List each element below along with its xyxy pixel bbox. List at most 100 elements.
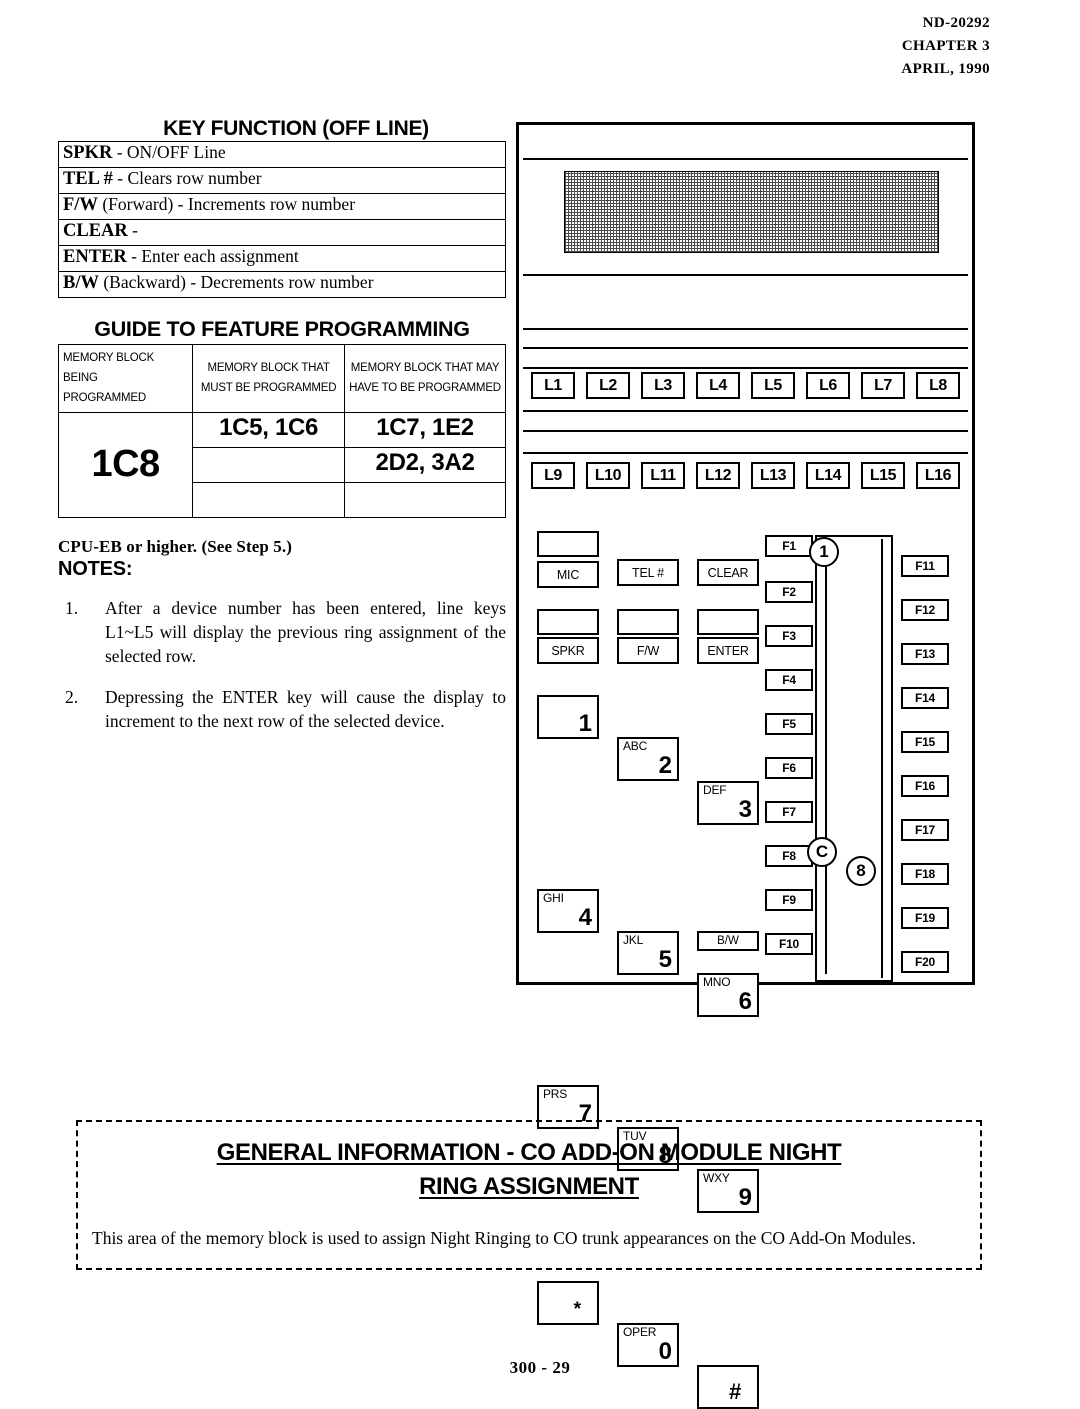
spkr-key[interactable]: SPKR [537, 637, 599, 664]
function-key-f20[interactable]: F20 [901, 951, 949, 973]
clear-key[interactable]: CLEAR [697, 559, 759, 586]
function-key-f10[interactable]: F10 [765, 933, 813, 955]
dial-key-star[interactable]: * [537, 1281, 599, 1325]
blank-key-box[interactable] [537, 531, 599, 557]
line-key-l2[interactable]: L2 [586, 372, 630, 399]
display-region [523, 158, 968, 276]
general-information-box: GENERAL INFORMATION - CO ADD-ON MODULE N… [76, 1120, 982, 1270]
key-letters: MNO [703, 975, 731, 989]
dial-key-1[interactable]: 1 [537, 695, 599, 739]
key-description: (Backward) - Decrements row number [103, 272, 374, 293]
may-have-to-be-programmed-value [344, 481, 506, 518]
key-label: B/W [63, 273, 99, 294]
function-key-f12[interactable]: F12 [901, 599, 949, 621]
function-key-f5[interactable]: F5 [765, 713, 813, 735]
separator-band [523, 328, 968, 330]
key-description: (Forward) - Increments row number [102, 194, 356, 215]
line-key-l13[interactable]: L13 [751, 462, 795, 489]
must-be-programmed-value [192, 446, 346, 483]
notes-title: NOTES: [58, 557, 133, 580]
table-row: 1C8 1C5, 1C6 1C7, 1E2 [57, 411, 506, 518]
function-key-f17[interactable]: F17 [901, 819, 949, 841]
line-key-l16[interactable]: L16 [916, 462, 960, 489]
key-description: - Enter each assignment [131, 246, 299, 267]
dial-key-3[interactable]: DEF 3 [697, 781, 759, 825]
line-key-l5[interactable]: L5 [751, 372, 795, 399]
blank-key-box[interactable] [537, 609, 599, 635]
line-key-l1[interactable]: L1 [531, 372, 575, 399]
line-key-l14[interactable]: L14 [806, 462, 850, 489]
key-description: - Clears row number [117, 168, 262, 189]
must-be-programmed-value [192, 481, 346, 518]
mic-key[interactable]: MIC [537, 561, 599, 588]
line-key-l10[interactable]: L10 [586, 462, 630, 489]
key-function-table: SPKR - ON/OFF Line TEL # - Clears row nu… [58, 141, 506, 299]
line-key-l4[interactable]: L4 [696, 372, 740, 399]
dial-key-2[interactable]: ABC 2 [617, 737, 679, 781]
key-description: - [132, 220, 138, 241]
function-key-f15[interactable]: F15 [901, 731, 949, 753]
tel-number-key[interactable]: TEL # [617, 559, 679, 586]
function-key-f1[interactable]: F1 [765, 535, 813, 557]
function-key-f14[interactable]: F14 [901, 687, 949, 709]
key-letters: ABC [623, 739, 648, 753]
line-key-l15[interactable]: L15 [861, 462, 905, 489]
blank-key-box[interactable] [617, 609, 679, 635]
function-key-f11[interactable]: F11 [901, 555, 949, 577]
key-digit: 4 [578, 904, 592, 932]
dial-key-5[interactable]: JKL 5 [617, 931, 679, 975]
line-key-l7[interactable]: L7 [861, 372, 905, 399]
blank-key-box[interactable] [697, 609, 759, 635]
key-label: F/W [63, 195, 98, 216]
function-key-f18[interactable]: F18 [901, 863, 949, 885]
table-row: B/W (Backward) - Decrements row number [58, 271, 506, 299]
function-key-f19[interactable]: F19 [901, 907, 949, 929]
callout-marker-c: C [807, 837, 837, 867]
column-header-being-programmed: MEMORY BLOCK BEING PROGRAMMED [57, 343, 194, 413]
key-description: - ON/OFF Line [116, 142, 226, 163]
function-key-f2[interactable]: F2 [765, 581, 813, 603]
key-digit: 5 [658, 946, 672, 974]
function-key-f8[interactable]: F8 [765, 845, 813, 867]
slot-inner-line-left [825, 543, 827, 974]
line-key-l9[interactable]: L9 [531, 462, 575, 489]
line-key-l8[interactable]: L8 [916, 372, 960, 399]
keypad: MIC TEL # CLEAR SPKR F/W ENTER 1 ABC 2 D… [537, 531, 759, 1409]
bw-key[interactable]: B/W [697, 931, 759, 951]
dial-key-6[interactable]: MNO 6 [697, 973, 759, 1017]
document-number: ND-20292 [922, 15, 990, 31]
notes-list: 1. After a device number has been entere… [58, 597, 506, 734]
list-item: 2. Depressing the ENTER key will cause t… [58, 686, 506, 734]
table-header-row: MEMORY BLOCK BEING PROGRAMMED MEMORY BLO… [57, 343, 506, 413]
function-key-f7[interactable]: F7 [765, 801, 813, 823]
cpu-requirement-line: CPU-EB or higher. (See Step 5.) [58, 536, 293, 556]
table-row: ENTER - Enter each assignment [58, 245, 506, 273]
function-key-f6[interactable]: F6 [765, 757, 813, 779]
key-digit: # [728, 1378, 741, 1404]
function-key-f13[interactable]: F13 [901, 643, 949, 665]
document-date: APRIL, 1990 [901, 60, 990, 77]
fw-key[interactable]: F/W [617, 637, 679, 664]
table-row: F/W (Forward) - Increments row number [58, 193, 506, 221]
line-key-l11[interactable]: L11 [641, 462, 685, 489]
page-footer: 300 - 29 [509, 1358, 571, 1377]
function-key-f4[interactable]: F4 [765, 669, 813, 691]
general-information-body: This area of the memory block is used to… [92, 1228, 916, 1249]
function-key-f9[interactable]: F9 [765, 889, 813, 911]
enter-key[interactable]: ENTER [697, 637, 759, 664]
dial-key-4[interactable]: GHI 4 [537, 889, 599, 933]
separator-band [523, 430, 968, 432]
key-label: SPKR [63, 143, 113, 164]
function-key-f16[interactable]: F16 [901, 775, 949, 797]
line-key-l6[interactable]: L6 [806, 372, 850, 399]
function-key-f3[interactable]: F3 [765, 625, 813, 647]
chapter-label: CHAPTER 3 [901, 37, 990, 54]
separator-band [523, 367, 968, 369]
line-key-l12[interactable]: L12 [696, 462, 740, 489]
guide-to-feature-programming-table: MEMORY BLOCK BEING PROGRAMMED MEMORY BLO… [57, 343, 506, 518]
separator-band [523, 347, 968, 349]
table-row: TEL # - Clears row number [58, 167, 506, 195]
line-key-l3[interactable]: L3 [641, 372, 685, 399]
key-letters: DEF [703, 783, 727, 797]
separator-band [523, 410, 968, 412]
